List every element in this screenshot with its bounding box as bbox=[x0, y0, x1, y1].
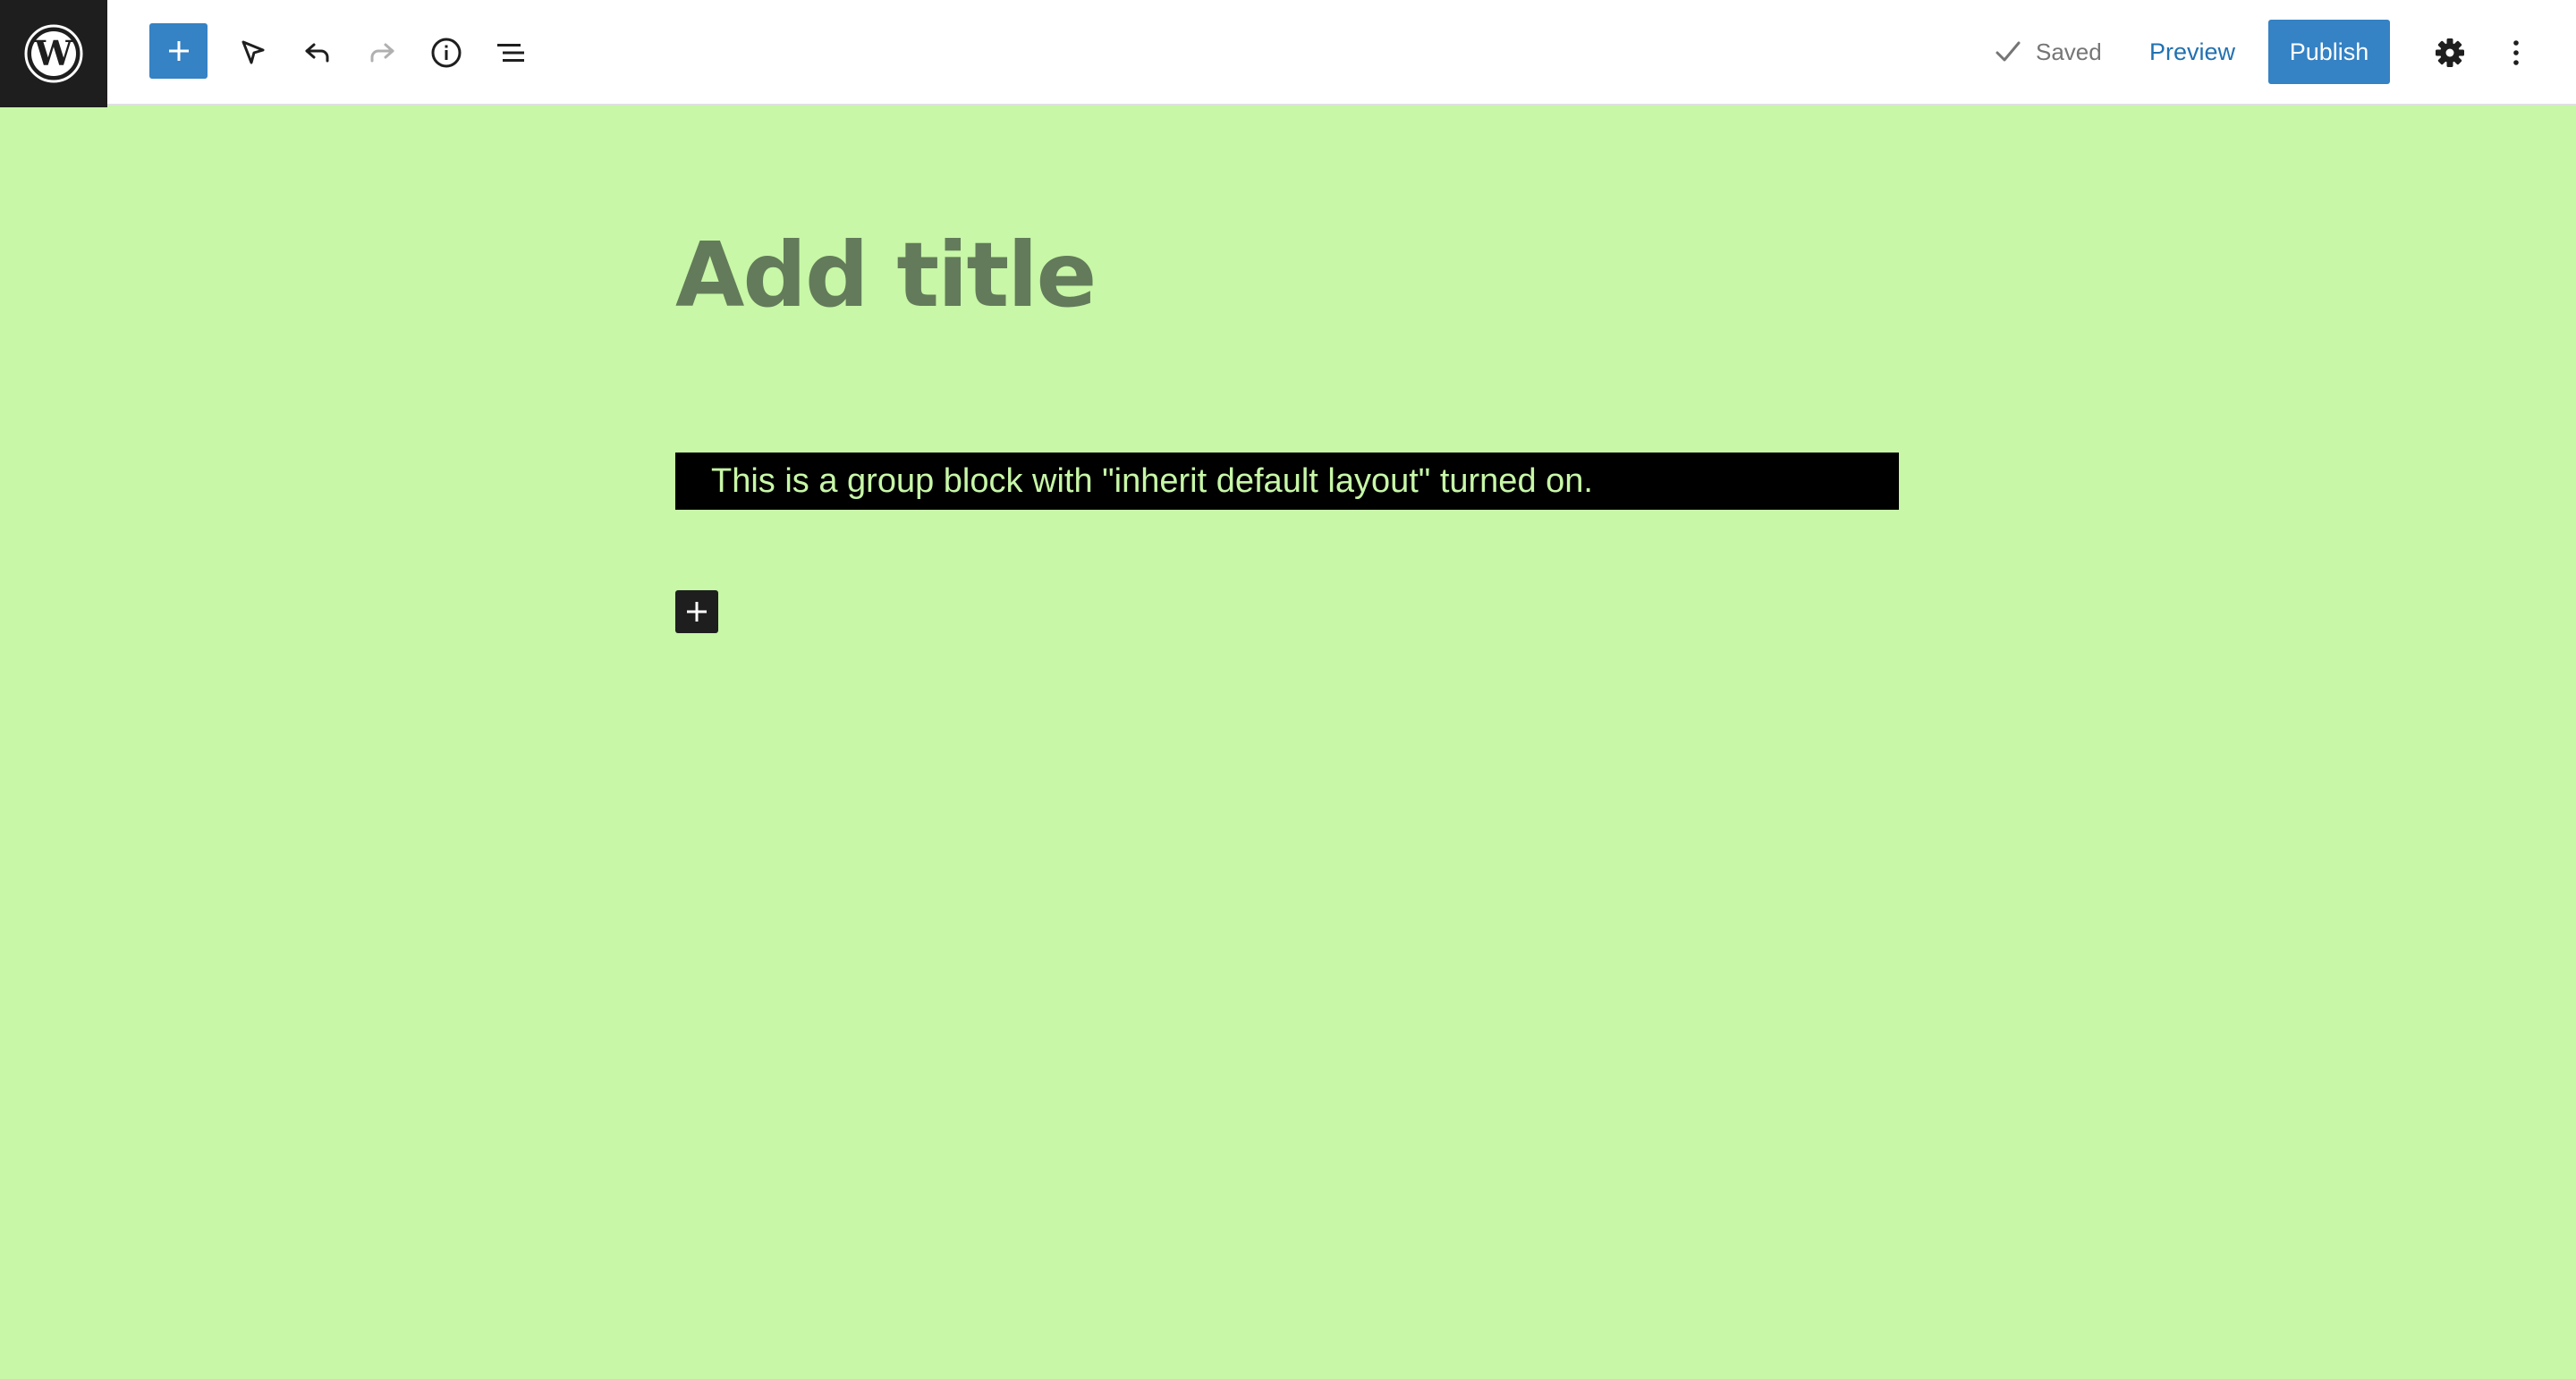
block-inserter-button[interactable] bbox=[675, 590, 718, 633]
undo-button[interactable] bbox=[288, 23, 347, 82]
add-block-button[interactable] bbox=[149, 23, 208, 79]
plus-icon bbox=[687, 602, 707, 622]
post-title-input[interactable]: Add title bbox=[675, 213, 1097, 338]
info-icon bbox=[431, 38, 462, 68]
vertical-ellipsis-icon bbox=[2513, 40, 2519, 65]
redo-icon bbox=[370, 43, 394, 63]
settings-button[interactable] bbox=[2420, 23, 2479, 82]
wordpress-logo-icon[interactable]: W bbox=[0, 0, 107, 107]
checkmark-icon bbox=[1996, 41, 2021, 62]
gear-icon bbox=[2436, 38, 2464, 67]
plus-icon bbox=[168, 41, 189, 61]
undo-icon bbox=[305, 43, 329, 63]
svg-text:W: W bbox=[34, 33, 74, 73]
preview-button[interactable]: Preview bbox=[2134, 20, 2250, 84]
editor-header: W Saved Preview Publish bbox=[0, 0, 2576, 107]
select-tool-button[interactable] bbox=[224, 23, 283, 82]
select-arrow-icon bbox=[242, 40, 265, 64]
saved-status: Saved bbox=[1993, 34, 2102, 70]
more-options-button[interactable] bbox=[2487, 23, 2546, 82]
details-button[interactable] bbox=[417, 23, 476, 82]
list-view-button[interactable] bbox=[481, 23, 540, 82]
list-view-icon bbox=[497, 44, 524, 62]
publish-button[interactable]: Publish bbox=[2268, 20, 2390, 84]
group-block[interactable]: This is a group block with "inherit defa… bbox=[675, 453, 1899, 510]
saved-label: Saved bbox=[2036, 38, 2102, 65]
redo-button[interactable] bbox=[352, 23, 411, 82]
group-block-paragraph[interactable]: This is a group block with "inherit defa… bbox=[711, 453, 1593, 510]
